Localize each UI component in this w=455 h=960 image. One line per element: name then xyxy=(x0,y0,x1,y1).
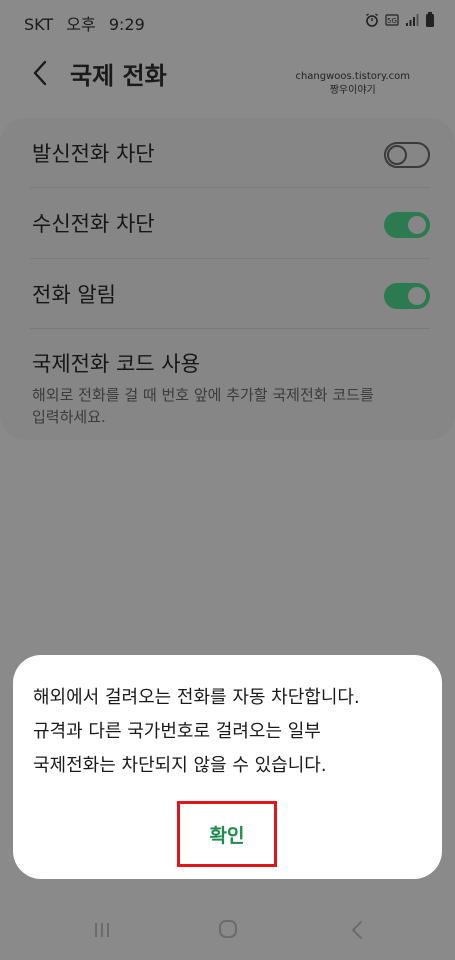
dialog-line: 국제전화는 차단되지 않을 수 있습니다. xyxy=(33,755,327,776)
signal-icon xyxy=(406,14,419,26)
home-icon[interactable] xyxy=(218,919,238,939)
carrier-label: SKT xyxy=(24,15,54,34)
header: 국제 전화 changwoos.tistory.com 짱우이야기 xyxy=(0,52,455,98)
alarm-icon xyxy=(366,13,378,27)
status-left: SKT 오후 9:29 xyxy=(24,11,145,35)
setting-row-incoming-block[interactable]: 수신전화 차단 xyxy=(32,208,430,238)
watermark-name: 짱우이야기 xyxy=(329,85,376,96)
svg-text:5G: 5G xyxy=(387,17,397,25)
description-line: 입력하세요. xyxy=(32,408,106,426)
ampm-label: 오후 xyxy=(66,15,96,34)
time-label: 9:29 xyxy=(108,15,145,34)
5g-icon: 5G xyxy=(385,14,399,26)
divider xyxy=(30,187,430,188)
confirm-button[interactable]: 확인 xyxy=(177,801,277,867)
incoming-block-toggle[interactable] xyxy=(384,212,430,238)
dialog-line: 규격과 다른 국가번호로 걸려오는 일부 xyxy=(33,721,321,742)
setting-row-intl-code[interactable]: 국제전화 코드 사용 해외로 전화를 걸 때 번호 앞에 추가할 국제전화 코드… xyxy=(32,348,430,428)
call-notification-toggle[interactable] xyxy=(384,283,430,309)
battery-icon xyxy=(426,12,434,27)
outgoing-block-toggle[interactable] xyxy=(384,142,430,168)
dialog-message: 해외에서 걸려오는 전화를 자동 차단합니다. 규격과 다른 국가번호로 걸려오… xyxy=(33,681,428,783)
watermark: changwoos.tistory.com 짱우이야기 xyxy=(295,70,410,98)
toggle-knob xyxy=(406,285,428,307)
block-info-dialog: 해외에서 걸려오는 전화를 자동 차단합니다. 규격과 다른 국가번호로 걸려오… xyxy=(13,655,442,879)
navigation-bar xyxy=(0,900,455,960)
nav-back-icon[interactable] xyxy=(350,920,364,940)
setting-label: 수신전화 차단 xyxy=(32,212,155,236)
settings-card: 발신전화 차단 수신전화 차단 전화 알림 국제전화 코드 사용 해외로 전화를… xyxy=(0,118,455,440)
watermark-url: changwoos.tistory.com xyxy=(295,71,410,82)
description-line: 해외로 전화를 걸 때 번호 앞에 추가할 국제전화 코드를 xyxy=(32,386,374,404)
status-icons: 5G xyxy=(365,12,435,28)
setting-row-outgoing-block[interactable]: 발신전화 차단 xyxy=(32,138,430,168)
setting-label: 국제전화 코드 사용 xyxy=(32,352,200,376)
divider xyxy=(30,328,430,329)
divider xyxy=(30,258,430,259)
toggle-knob xyxy=(387,145,407,165)
setting-label: 발신전화 차단 xyxy=(32,142,155,166)
back-arrow-icon[interactable] xyxy=(30,58,50,88)
setting-row-call-notification[interactable]: 전화 알림 xyxy=(32,279,430,309)
setting-label: 전화 알림 xyxy=(32,283,116,307)
setting-description: 해외로 전화를 걸 때 번호 앞에 추가할 국제전화 코드를 입력하세요. xyxy=(32,384,430,428)
status-bar: SKT 오후 9:29 5G xyxy=(0,0,455,42)
dialog-line: 해외에서 걸려오는 전화를 자동 차단합니다. xyxy=(33,687,360,708)
page-title: 국제 전화 xyxy=(70,62,167,90)
toggle-knob xyxy=(406,214,428,236)
recent-apps-icon[interactable] xyxy=(92,920,112,940)
